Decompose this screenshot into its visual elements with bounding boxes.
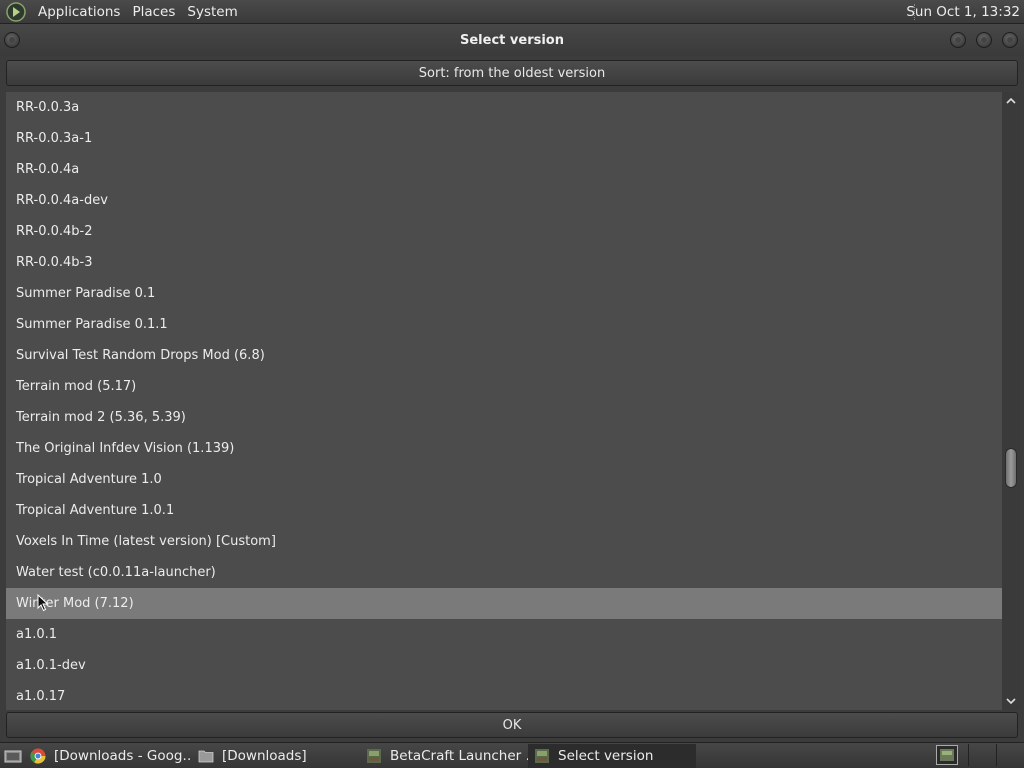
betacraft-icon <box>367 748 381 763</box>
task-chrome-downloads[interactable]: [Downloads - Goog… <box>24 744 192 768</box>
task-select-version[interactable]: Select version <box>528 743 696 768</box>
version-list-item[interactable]: RR-0.0.3a-1 <box>6 123 1002 154</box>
workspace-switcher[interactable] <box>968 744 1022 766</box>
task-downloads-folder[interactable]: [Downloads] <box>192 744 360 768</box>
close-button[interactable] <box>1002 32 1018 48</box>
window-menu-button[interactable] <box>4 32 20 48</box>
task-betacraft-launcher[interactable]: BetaCraft Launcher … <box>360 744 528 768</box>
version-list-item[interactable]: a1.0.17 <box>6 681 1002 710</box>
list-scrollbar[interactable] <box>1002 92 1020 710</box>
betacraft-icon <box>535 748 549 763</box>
task-label: [Downloads] <box>222 747 307 764</box>
version-list-item[interactable]: Summer Paradise 0.1 <box>6 278 1002 309</box>
maximize-button[interactable] <box>976 32 992 48</box>
taskbar: [Downloads - Goog… [Downloads] BetaCraft… <box>0 742 1024 768</box>
version-list-item[interactable]: RR-0.0.4b-2 <box>6 216 1002 247</box>
ok-button[interactable]: OK <box>6 712 1018 738</box>
menu-system[interactable]: System <box>181 0 243 24</box>
scrollbar-thumb[interactable] <box>1005 448 1017 488</box>
folder-icon <box>198 750 214 762</box>
version-list[interactable]: RR-0.0.3a RR-0.0.3a-1 RR-0.0.4a RR-0.0.4a-d… <box>6 92 1002 710</box>
version-list-item[interactable]: RR-0.0.4a <box>6 154 1002 185</box>
task-label: Select version <box>558 747 654 764</box>
distro-logo-icon[interactable] <box>6 1 26 22</box>
task-label: BetaCraft Launcher … <box>390 747 528 764</box>
version-list-item[interactable]: Water test (c0.0.11a-launcher) <box>6 557 1002 588</box>
version-list-item[interactable]: Winter Mod (7.12) <box>6 588 1002 619</box>
version-list-item[interactable]: The Original Infdev Vision (1.139) <box>6 433 1002 464</box>
version-list-item[interactable]: Tropical Adventure 1.0.1 <box>6 495 1002 526</box>
menu-places[interactable]: Places <box>126 0 181 24</box>
version-list-item[interactable]: Terrain mod 2 (5.36, 5.39) <box>6 402 1002 433</box>
minimize-button[interactable] <box>950 32 966 48</box>
menu-applications[interactable]: Applications <box>32 0 126 24</box>
version-list-item[interactable]: RR-0.0.3a <box>6 92 1002 123</box>
version-list-item[interactable]: a1.0.1-dev <box>6 650 1002 681</box>
scroll-up-arrow-icon[interactable] <box>1004 94 1018 108</box>
window-titlebar[interactable]: Select version <box>0 24 1024 56</box>
version-list-item[interactable]: Survival Test Random Drops Mod (6.8) <box>6 340 1002 371</box>
version-list-item[interactable]: Voxels In Time (latest version) [Custom] <box>6 526 1002 557</box>
show-desktop-icon[interactable] <box>2 745 24 767</box>
betacraft-tray-icon[interactable] <box>936 745 958 765</box>
version-list-item[interactable]: Terrain mod (5.17) <box>6 371 1002 402</box>
chrome-icon <box>30 748 46 764</box>
task-label: [Downloads - Goog… <box>54 747 192 764</box>
clock[interactable]: Sun Oct 1, 13:32 <box>906 0 1020 24</box>
version-list-item[interactable]: RR-0.0.4b-3 <box>6 247 1002 278</box>
version-list-item[interactable]: a1.0.1 <box>6 619 1002 650</box>
window-title: Select version <box>460 32 564 48</box>
version-list-item[interactable]: Tropical Adventure 1.0 <box>6 464 1002 495</box>
sort-button[interactable]: Sort: from the oldest version <box>6 60 1018 86</box>
top-panel: Applications Places System Sun Oct 1, 13… <box>0 0 1024 24</box>
scroll-down-arrow-icon[interactable] <box>1004 694 1018 708</box>
version-list-item[interactable]: RR-0.0.4a-dev <box>6 185 1002 216</box>
version-list-item[interactable]: Summer Paradise 0.1.1 <box>6 309 1002 340</box>
mouse-cursor-icon <box>37 594 49 612</box>
